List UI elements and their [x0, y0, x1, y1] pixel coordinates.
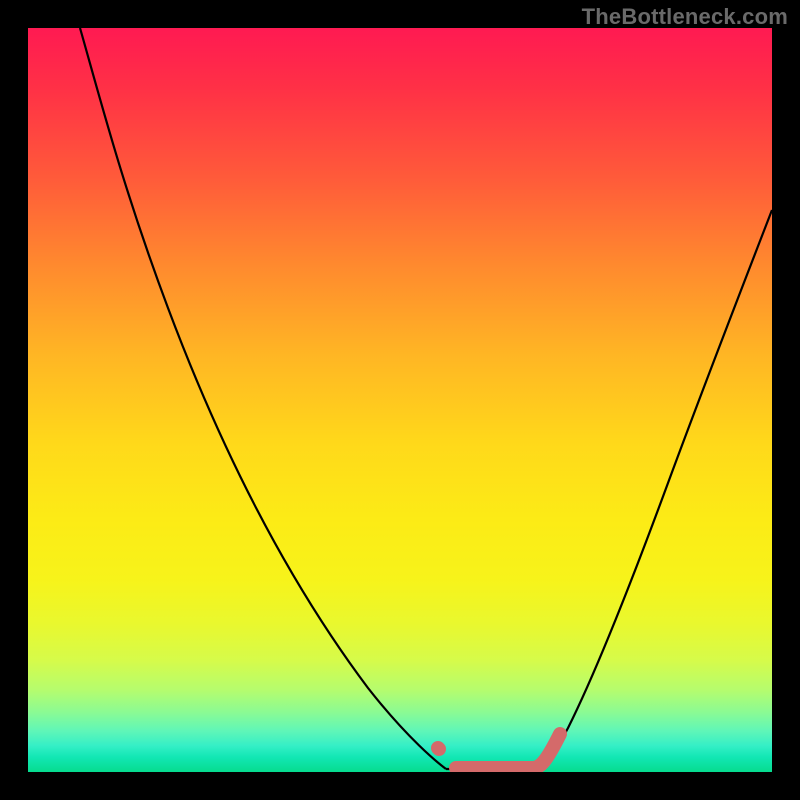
chart-stage: TheBottleneck.com	[0, 0, 800, 800]
watermark-text: TheBottleneck.com	[582, 4, 788, 30]
highlight-left-dot	[438, 748, 439, 749]
curve-overlay	[28, 28, 772, 772]
plot-area	[28, 28, 772, 772]
highlight-segment	[456, 734, 560, 768]
black-curve-left	[80, 28, 446, 769]
black-curve-right	[540, 210, 772, 770]
